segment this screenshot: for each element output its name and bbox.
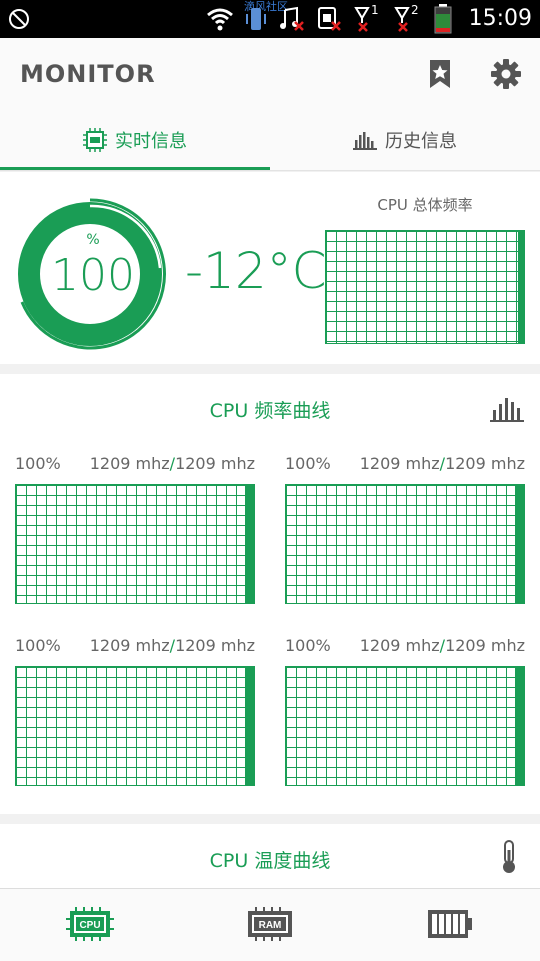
- total-freq-chart: [325, 230, 525, 344]
- app-bar: MONITOR: [0, 38, 540, 110]
- total-freq-fill: [518, 231, 524, 343]
- overview-card: % 100 -12°C CPU 总体频率: [0, 172, 540, 364]
- app-title: MONITOR: [20, 60, 156, 88]
- core-freq-chart: [15, 484, 255, 604]
- cpu-core-0: 100% 1209 mhz/1209 mhz: [15, 454, 255, 604]
- tab-realtime[interactable]: 实时信息: [0, 110, 270, 170]
- core-percent: 100%: [15, 454, 61, 473]
- battery-icon: [434, 4, 452, 34]
- cpu-core-3: 100% 1209 mhz/1209 mhz: [285, 636, 525, 786]
- core-percent: 100%: [285, 636, 331, 655]
- tab-active-indicator: [0, 167, 270, 170]
- bookmark-star-icon[interactable]: [424, 58, 456, 90]
- core-freq: 1209 mhz/1209 mhz: [359, 636, 525, 655]
- cpu-core-2: 100% 1209 mhz/1209 mhz: [15, 636, 255, 786]
- no-sim-icon: [9, 9, 29, 29]
- core-freq: 1209 mhz/1209 mhz: [89, 636, 255, 655]
- thermometer-icon[interactable]: [500, 840, 518, 874]
- cpu-core-1: 100% 1209 mhz/1209 mhz: [285, 454, 525, 604]
- bar-chart-icon[interactable]: [490, 396, 524, 422]
- bar-chart-icon: [353, 132, 377, 150]
- freq-curve-card: CPU 频率曲线 100% 1209 mhz/1209 mhz 100% 120…: [0, 374, 540, 814]
- music-icon: [280, 6, 304, 31]
- ram-chip-icon[interactable]: RAM: [246, 907, 294, 941]
- core-freq-chart: [15, 666, 255, 786]
- cpu-temperature: -12°C: [185, 242, 327, 300]
- sim-card-icon: [318, 7, 341, 31]
- cpu-chip-icon[interactable]: CPU: [66, 907, 114, 941]
- battery-icon[interactable]: [426, 907, 474, 941]
- core-freq-chart: [285, 666, 525, 786]
- signal-2-icon: 2: [393, 3, 423, 33]
- tab-history-label: 历史信息: [385, 131, 457, 152]
- tab-history[interactable]: 历史信息: [270, 110, 540, 170]
- temp-curve-card: CPU 温度曲线: [0, 824, 540, 888]
- wifi-icon: [207, 8, 233, 31]
- core-percent: 100%: [15, 636, 61, 655]
- signal-1-icon: 1: [353, 3, 383, 33]
- status-time: 15:09: [468, 6, 532, 31]
- freq-section-title: CPU 频率曲线: [209, 400, 331, 422]
- nav-ram-label: RAM: [259, 920, 282, 931]
- bottom-nav: CPU RAM: [0, 888, 540, 961]
- core-freq-chart: [285, 484, 525, 604]
- core-percent: 100%: [285, 454, 331, 473]
- settings-gear-icon[interactable]: [490, 58, 522, 90]
- tab-realtime-label: 实时信息: [115, 131, 187, 152]
- gauge-value: 100: [51, 250, 135, 301]
- gauge-unit: %: [86, 232, 100, 248]
- tab-bar: 实时信息 历史信息: [0, 110, 540, 171]
- cpu-usage-gauge: % 100: [14, 198, 166, 350]
- total-freq-label: CPU 总体频率: [377, 196, 473, 214]
- vibrate-icon: [246, 8, 266, 30]
- temp-section-title: CPU 温度曲线: [209, 850, 331, 872]
- cpu-chip-icon: [83, 128, 107, 152]
- core-freq: 1209 mhz/1209 mhz: [89, 454, 255, 473]
- nav-cpu-label: CPU: [79, 920, 100, 931]
- status-bar: 滴风社区 1 2 15:09: [0, 0, 540, 38]
- core-freq: 1209 mhz/1209 mhz: [359, 454, 525, 473]
